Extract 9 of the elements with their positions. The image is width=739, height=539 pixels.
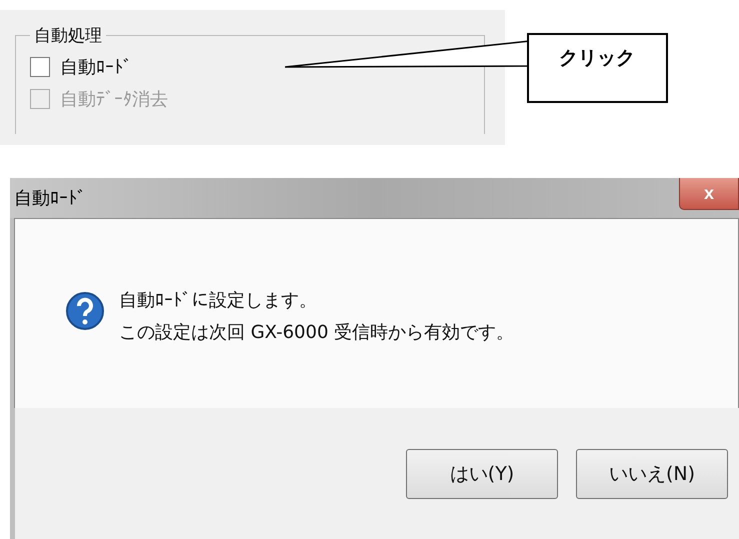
window-title: 自動ﾛｰﾄﾞ bbox=[13, 187, 86, 210]
dialog-button[interactable]: はい(Y) bbox=[406, 449, 558, 499]
dialog-button[interactable]: いいえ(N) bbox=[576, 449, 728, 499]
checkbox[interactable] bbox=[30, 57, 50, 77]
message-text: 自動ﾛｰﾄﾞに設定します。 bbox=[119, 289, 318, 313]
question-icon bbox=[65, 291, 105, 331]
group-title: 自動処理 bbox=[33, 25, 103, 47]
message-text: この設定は次回 GX-6000 受信時から有効です。 bbox=[119, 321, 514, 345]
callout-label: クリック bbox=[527, 33, 668, 103]
